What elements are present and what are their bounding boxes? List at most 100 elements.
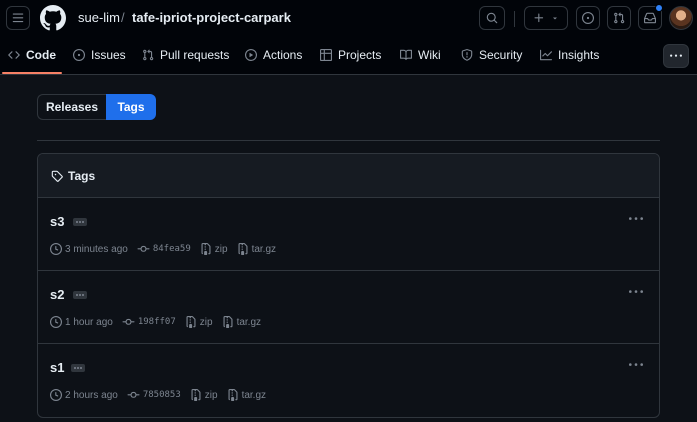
notification-indicator [655,4,663,12]
header-divider [514,11,515,27]
tags-box-title: Tags [51,169,95,183]
git-commit-icon [122,318,135,325]
zip-download-link[interactable]: zip [190,389,218,401]
tag-name-link[interactable]: s1 [50,360,64,375]
tags-box-header: Tags [38,154,659,198]
tag-time: 3 minutes ago [50,243,128,255]
tag-options-button[interactable] [627,212,645,226]
menu-button[interactable] [6,6,30,30]
tag-time: 2 hours ago [50,389,118,401]
breadcrumb-separator: / [121,10,125,25]
expand-commit-button[interactable] [71,364,85,372]
global-header: sue-lim / tafe-ipriot-project-carpark [0,0,697,36]
tab-security[interactable]: Security [461,36,522,74]
book-icon [400,49,412,60]
file-zip-icon [191,389,201,401]
zip-label: zip [214,243,228,255]
targz-download-link[interactable]: tar.gz [237,243,276,255]
git-commit-icon [127,391,140,398]
search-button[interactable] [479,6,505,30]
tab-security-label: Security [479,48,523,62]
tags-toggle-button[interactable]: Tags [106,94,156,120]
more-tabs-button[interactable] [663,44,689,68]
create-new-button[interactable] [524,6,568,30]
issue-icon [73,49,85,61]
tag-commit-link[interactable]: 7850853 [127,389,181,401]
tag-time: 1 hour ago [50,316,113,328]
inbox-icon [644,12,656,24]
tag-time-label: 2 hours ago [65,389,118,401]
graph-icon [540,49,552,61]
tab-pull-requests[interactable]: Pull requests [142,36,229,74]
releases-toggle-button[interactable]: Releases [37,94,106,120]
tab-insights[interactable]: Insights [540,36,599,74]
expand-commit-button[interactable] [73,218,87,226]
tag-row: s2 1 hour ago 198ff07 zip tar.gz [38,271,659,344]
tag-name-link[interactable]: s2 [50,287,64,302]
pull-request-icon [143,49,154,61]
targz-download-link[interactable]: tar.gz [222,316,261,328]
plus-icon [534,13,544,23]
owner-link[interactable]: sue-lim [78,10,120,25]
tag-options-button[interactable] [627,358,645,372]
repo-link[interactable]: tafe-ipriot-project-carpark [132,10,291,25]
zip-download-link[interactable]: zip [200,243,228,255]
kebab-horizontal-icon [629,363,643,366]
zip-label: zip [199,316,213,328]
tag-icon [51,170,63,182]
tag-row: s1 2 hours ago 7850853 zip tar.gz [38,344,659,417]
tab-code[interactable]: Code [8,36,56,74]
hamburger-icon [12,13,24,23]
tag-meta: 1 hour ago 198ff07 zip tar.gz [50,316,270,328]
zip-download-link[interactable]: zip [185,316,213,328]
targz-download-link[interactable]: tar.gz [227,389,266,401]
triangle-down-icon [553,17,557,20]
file-zip-icon [223,316,233,328]
tab-actions[interactable]: Actions [245,36,302,74]
file-zip-icon [228,389,238,401]
tag-options-button[interactable] [627,285,645,299]
issue-opened-icon [582,12,594,24]
code-icon [8,51,20,59]
file-zip-icon [201,243,211,255]
tab-insights-label: Insights [558,48,600,62]
tags-box-title-label: Tags [68,169,96,183]
avatar[interactable] [669,6,693,30]
expand-commit-button[interactable] [73,291,87,299]
tab-projects[interactable]: Projects [320,36,381,74]
kebab-horizontal-icon [629,290,643,293]
clock-icon [50,243,62,255]
tab-pull-requests-label: Pull requests [160,48,230,62]
git-commit-icon [137,245,150,252]
table-icon [320,49,332,61]
tab-wiki[interactable]: Wiki [400,36,441,74]
tag-commit-link[interactable]: 198ff07 [122,316,176,328]
repo-tab-nav: Code Issues Pull requests Actions Projec… [0,36,697,75]
commit-sha: 84fea59 [152,244,191,254]
play-icon [245,49,257,61]
file-zip-icon [186,316,196,328]
git-pull-request-icon [614,12,625,24]
tab-wiki-label: Wiki [418,48,441,62]
search-icon [486,12,498,24]
tab-issues-label: Issues [91,48,126,62]
commit-sha: 198ff07 [137,317,176,327]
clock-icon [50,316,62,328]
tag-time-label: 1 hour ago [65,316,113,328]
tag-meta: 3 minutes ago 84fea59 zip tar.gz [50,243,285,255]
github-logo-icon[interactable] [40,5,66,31]
file-zip-icon [238,243,248,255]
kebab-horizontal-icon [629,217,643,220]
tag-commit-link[interactable]: 84fea59 [137,243,191,255]
tab-actions-label: Actions [263,48,303,62]
tab-issues[interactable]: Issues [73,36,126,74]
tag-name-link[interactable]: s3 [50,214,64,229]
issues-button[interactable] [576,6,600,30]
commit-sha: 7850853 [142,390,181,400]
zip-label: zip [204,389,218,401]
tag-row: s3 3 minutes ago 84fea59 zip tar.gz [38,198,659,271]
clock-icon [50,389,62,401]
pull-requests-button[interactable] [607,6,631,30]
targz-label: tar.gz [241,389,267,401]
targz-label: tar.gz [251,243,277,255]
